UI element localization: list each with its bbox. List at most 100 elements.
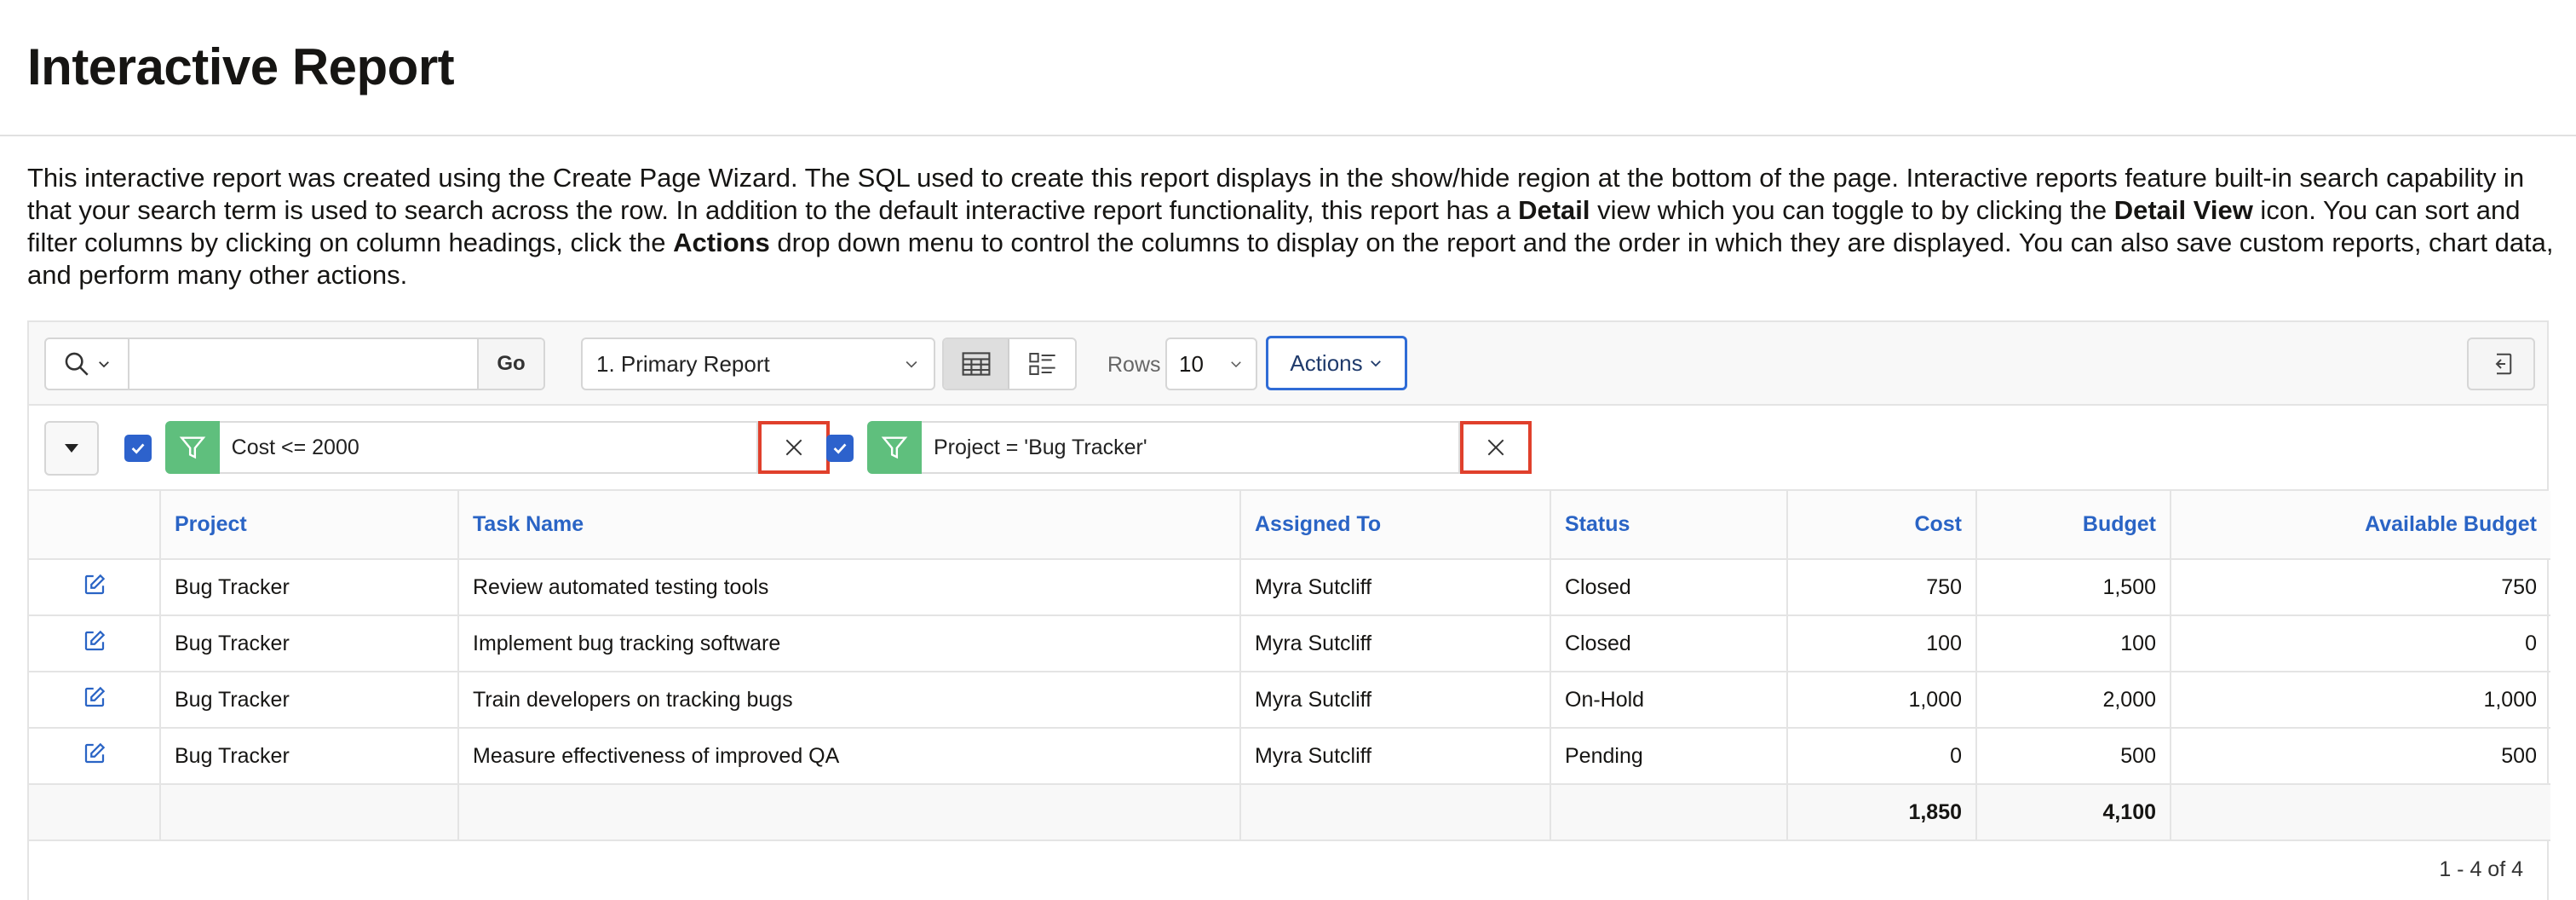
filter-2: Project = 'Bug Tracker' xyxy=(867,421,1532,474)
totals-empty-cell xyxy=(1239,783,1551,841)
rows-per-page-select[interactable]: 10 xyxy=(1165,338,1257,390)
intro-text: This interactive report was created usin… xyxy=(27,162,2557,291)
cell-project: Bug Tracker xyxy=(159,614,459,672)
column-header-edit xyxy=(29,491,161,560)
search-icon xyxy=(65,352,89,376)
edit-icon xyxy=(84,686,105,707)
interactive-report-region: Go 1. Primary Report Rows 10 Actions Cos… xyxy=(27,320,2550,900)
cell-task-name: Train developers on tracking bugs xyxy=(457,671,1241,729)
edit-row-link[interactable] xyxy=(29,727,161,785)
filter-2-enable-checkbox[interactable] xyxy=(826,435,854,462)
filter-2-text[interactable]: Project = 'Bug Tracker' xyxy=(922,421,1460,474)
column-header-assigned-to[interactable]: Assigned To xyxy=(1239,491,1551,560)
filter-icon xyxy=(881,436,908,459)
reset-icon xyxy=(2495,353,2512,375)
close-icon xyxy=(1487,439,1504,456)
totals-empty-cell xyxy=(2170,783,2550,841)
totals-row: 1,850 4,100 xyxy=(29,783,2550,841)
reset-report-button[interactable] xyxy=(2467,338,2535,390)
report-table: Project Task Name Assigned To Status Cos… xyxy=(29,491,2550,841)
filter-1-remove-button[interactable] xyxy=(758,421,830,474)
column-header-project[interactable]: Project xyxy=(159,491,459,560)
rows-label: Rows xyxy=(1107,353,1161,377)
cell-budget: 100 xyxy=(1975,614,2171,672)
column-header-status[interactable]: Status xyxy=(1550,491,1788,560)
cell-available-budget: 0 xyxy=(2170,614,2550,672)
page-title: Interactive Report xyxy=(27,38,455,95)
cell-budget: 2,000 xyxy=(1975,671,2171,729)
detail-view-button[interactable] xyxy=(1009,339,1075,389)
cell-assigned-to: Myra Sutcliff xyxy=(1239,727,1551,785)
cell-budget: 500 xyxy=(1975,727,2171,785)
report-toolbar: Go 1. Primary Report Rows 10 Actions xyxy=(29,322,2547,406)
edit-row-link[interactable] xyxy=(29,614,161,672)
intro-bold-actions: Actions xyxy=(673,228,770,257)
intro-bold-detail: Detail xyxy=(1518,195,1590,225)
grid-view-button[interactable] xyxy=(944,339,1009,389)
table-row: Bug Tracker Measure effectiveness of imp… xyxy=(29,727,2550,785)
cell-available-budget: 750 xyxy=(2170,558,2550,616)
filter-2-icon-box xyxy=(867,421,922,474)
filter-1-icon-box xyxy=(165,421,220,474)
column-header-task-name[interactable]: Task Name xyxy=(457,491,1241,560)
view-switcher xyxy=(942,338,1077,390)
cell-task-name: Review automated testing tools xyxy=(457,558,1241,616)
intro-part-2: view which you can toggle to by clicking… xyxy=(1590,195,2114,225)
search-input[interactable] xyxy=(129,339,477,389)
filter-bar: Cost <= 2000 Project = 'Bug Tracker' xyxy=(29,406,2547,491)
column-header-budget[interactable]: Budget xyxy=(1975,491,2171,560)
cell-assigned-to: Myra Sutcliff xyxy=(1239,671,1551,729)
checkmark-icon xyxy=(131,443,145,454)
edit-row-link[interactable] xyxy=(29,671,161,729)
totals-empty-cell xyxy=(159,783,459,841)
cell-status: On-Hold xyxy=(1550,671,1788,729)
cell-assigned-to: Myra Sutcliff xyxy=(1239,558,1551,616)
cell-cost: 1,000 xyxy=(1786,671,1977,729)
chevron-down-icon xyxy=(99,361,109,368)
table-header-row: Project Task Name Assigned To Status Cos… xyxy=(29,491,2550,560)
intro-bold-detail-view: Detail View xyxy=(2113,195,2253,225)
totals-empty-cell xyxy=(29,783,161,841)
cell-cost: 750 xyxy=(1786,558,1977,616)
page-header: Interactive Report xyxy=(0,0,2576,136)
toggle-filters-button[interactable] xyxy=(44,421,99,476)
cell-task-name: Implement bug tracking software xyxy=(457,614,1241,672)
caret-down-icon xyxy=(65,444,78,453)
cell-status: Pending xyxy=(1550,727,1788,785)
grid-view-icon xyxy=(962,352,990,376)
search-group: Go xyxy=(44,338,545,390)
table-row: Bug Tracker Train developers on tracking… xyxy=(29,671,2550,729)
filter-icon xyxy=(179,436,206,459)
pagination-summary: 1 - 4 of 4 xyxy=(2439,857,2523,881)
filter-2-remove-button[interactable] xyxy=(1460,421,1532,474)
column-header-cost[interactable]: Cost xyxy=(1786,491,1977,560)
cell-cost: 0 xyxy=(1786,727,1977,785)
saved-report-select[interactable]: 1. Primary Report xyxy=(581,338,935,390)
search-column-menu-button[interactable] xyxy=(46,339,129,389)
totals-empty-cell xyxy=(1550,783,1788,841)
cell-status: Closed xyxy=(1550,614,1788,672)
rows-per-page-value: 10 xyxy=(1179,350,1204,377)
edit-row-link[interactable] xyxy=(29,558,161,616)
cell-available-budget: 500 xyxy=(2170,727,2550,785)
chevron-down-icon xyxy=(906,361,917,368)
edit-icon xyxy=(84,574,105,594)
checkmark-icon xyxy=(833,443,847,454)
actions-menu-button[interactable]: Actions xyxy=(1266,336,1407,390)
detail-view-icon xyxy=(1028,353,1055,376)
table-row: Bug Tracker Implement bug tracking softw… xyxy=(29,614,2550,672)
close-icon xyxy=(785,439,802,456)
cell-task-name: Measure effectiveness of improved QA xyxy=(457,727,1241,785)
filter-1-text[interactable]: Cost <= 2000 xyxy=(219,421,759,474)
go-button[interactable]: Go xyxy=(477,339,543,389)
edit-icon xyxy=(84,742,105,763)
chevron-down-icon xyxy=(1231,361,1241,368)
column-header-available-budget[interactable]: Available Budget xyxy=(2170,491,2550,560)
filter-1: Cost <= 2000 xyxy=(165,421,830,474)
totals-empty-cell xyxy=(457,783,1241,841)
cell-assigned-to: Myra Sutcliff xyxy=(1239,614,1551,672)
cell-budget: 1,500 xyxy=(1975,558,2171,616)
cell-cost: 100 xyxy=(1786,614,1977,672)
cell-project: Bug Tracker xyxy=(159,558,459,616)
filter-1-enable-checkbox[interactable] xyxy=(124,435,152,462)
